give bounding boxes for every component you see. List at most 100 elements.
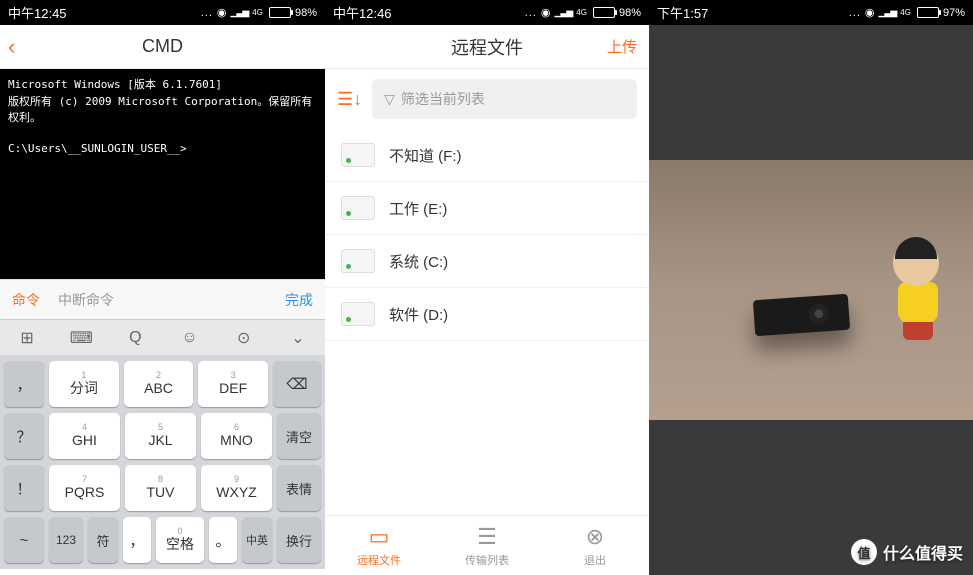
key-9[interactable]: 9WXYZ bbox=[201, 465, 272, 511]
drive-icon bbox=[341, 302, 375, 326]
battery-indicator bbox=[915, 7, 939, 18]
status-bar: 中午12:46 ... ◉ ▁▃▅ 4G 98% bbox=[325, 0, 649, 25]
key-space[interactable]: 0空格 bbox=[156, 517, 204, 563]
drive-item[interactable]: 软件 (D:) bbox=[325, 288, 649, 341]
watermark-badge: 值 bbox=[851, 539, 877, 565]
battery-indicator bbox=[591, 7, 615, 18]
nav-transfer-list[interactable]: ☰ 传输列表 bbox=[433, 516, 541, 575]
wifi-icon: ◉ bbox=[865, 6, 875, 19]
drive-label: 软件 (D:) bbox=[389, 304, 448, 325]
key-123[interactable]: 123 bbox=[49, 517, 83, 563]
key-2[interactable]: 2ABC bbox=[124, 361, 194, 407]
key-comma2[interactable]: ， bbox=[123, 517, 151, 563]
drive-list: 不知道 (F:) 工作 (E:) 系统 (C:) 软件 (D:) bbox=[325, 129, 649, 341]
cmd-tab[interactable]: 命令 bbox=[12, 290, 40, 310]
status-bar: 下午1:57 ... ◉ ▁▃▅ 4G 97% bbox=[649, 0, 973, 25]
back-button[interactable]: ‹ bbox=[8, 34, 15, 60]
grid-icon[interactable]: ⊞ bbox=[7, 328, 47, 348]
drive-item[interactable]: 工作 (E:) bbox=[325, 182, 649, 235]
search-placeholder: 筛选当前列表 bbox=[401, 89, 485, 109]
network-label: 4G bbox=[252, 8, 263, 17]
key-emoji[interactable]: 表情 bbox=[277, 465, 321, 511]
cmd-panel: 中午12:45 ... ◉ ▁▃▅ 4G 98% ‹ CMD Microsoft… bbox=[0, 0, 325, 575]
files-panel: 中午12:46 ... ◉ ▁▃▅ 4G 98% 远程文件 上传 ☰↓ ▽ 筛选… bbox=[325, 0, 649, 575]
key-5[interactable]: 5JKL bbox=[125, 413, 196, 459]
network-label: 4G bbox=[900, 8, 911, 17]
status-right: ... ◉ ▁▃▅ 4G 98% bbox=[201, 6, 317, 19]
list-icon: ☰ bbox=[477, 524, 497, 550]
key-backspace[interactable]: ⌫ bbox=[273, 361, 321, 407]
command-bar: 命令 中断命令 完成 bbox=[0, 279, 325, 319]
chevron-down-icon[interactable]: ⌄ bbox=[278, 328, 318, 348]
drive-item[interactable]: 系统 (C:) bbox=[325, 235, 649, 288]
device-object bbox=[752, 294, 849, 337]
bottom-nav: ▭ 远程文件 ☰ 传输列表 ⊗ 退出 bbox=[325, 515, 649, 575]
search-input[interactable]: ▽ 筛选当前列表 bbox=[372, 79, 637, 119]
mic-icon[interactable]: ⊙ bbox=[224, 328, 264, 348]
page-title: 远程文件 bbox=[451, 34, 523, 60]
search-icon[interactable]: Q bbox=[115, 329, 155, 347]
terminal-prompt[interactable]: C:\Users\__SUNLOGIN_USER__> bbox=[8, 141, 317, 158]
key-6[interactable]: 6MNO bbox=[201, 413, 272, 459]
terminal-line: Microsoft Windows [版本 6.1.7601] bbox=[8, 77, 317, 94]
camera-view[interactable]: 值 什么值得买 bbox=[649, 25, 973, 575]
sort-icon[interactable]: ☰↓ bbox=[337, 89, 362, 110]
keyboard-icon[interactable]: ⌨ bbox=[61, 328, 101, 348]
drive-label: 系统 (C:) bbox=[389, 251, 448, 272]
key-4[interactable]: 4GHI bbox=[49, 413, 120, 459]
terminal-line: 版权所有 (c) 2009 Microsoft Corporation。保留所有… bbox=[8, 94, 317, 127]
key-symbol[interactable]: 符 bbox=[88, 517, 118, 563]
emoji-icon[interactable]: ☺ bbox=[170, 329, 210, 347]
key-comma[interactable]: ， bbox=[4, 361, 44, 407]
key-8[interactable]: 8TUV bbox=[125, 465, 196, 511]
terminal-output: Microsoft Windows [版本 6.1.7601] 版权所有 (c)… bbox=[0, 69, 325, 279]
status-time: 下午1:57 bbox=[657, 3, 708, 22]
key-7[interactable]: 7PQRS bbox=[49, 465, 120, 511]
camera-image bbox=[649, 160, 973, 420]
done-button[interactable]: 完成 bbox=[285, 290, 313, 310]
key-exclaim[interactable]: ！ bbox=[4, 465, 44, 511]
filter-icon: ▽ bbox=[384, 91, 395, 108]
status-time: 中午12:46 bbox=[333, 3, 392, 22]
nav-remote-files[interactable]: ▭ 远程文件 bbox=[325, 516, 433, 575]
drive-label: 不知道 (F:) bbox=[389, 145, 462, 166]
key-3[interactable]: 3DEF bbox=[198, 361, 268, 407]
battery-percent: 97% bbox=[943, 7, 965, 19]
status-right: ... ◉ ▁▃▅ 4G 98% bbox=[525, 6, 641, 19]
drive-icon bbox=[341, 196, 375, 220]
status-right: ... ◉ ▁▃▅ 4G 97% bbox=[849, 6, 965, 19]
search-row: ☰↓ ▽ 筛选当前列表 bbox=[325, 69, 649, 129]
figurine-object bbox=[893, 240, 943, 340]
status-bar: 中午12:45 ... ◉ ▁▃▅ 4G 98% bbox=[0, 0, 325, 25]
key-question[interactable]: ？ bbox=[4, 413, 44, 459]
camera-panel: 下午1:57 ... ◉ ▁▃▅ 4G 97% bbox=[649, 0, 973, 575]
key-tilde[interactable]: ~ bbox=[4, 517, 44, 563]
interrupt-tab[interactable]: 中断命令 bbox=[58, 290, 114, 310]
battery-percent: 98% bbox=[295, 7, 317, 19]
close-icon: ⊗ bbox=[586, 524, 604, 550]
upload-button[interactable]: 上传 bbox=[607, 36, 637, 57]
wifi-icon: ◉ bbox=[217, 6, 227, 19]
key-enter[interactable]: 换行 bbox=[277, 517, 321, 563]
wifi-icon: ◉ bbox=[541, 6, 551, 19]
drive-icon bbox=[341, 143, 375, 167]
title-bar: 远程文件 上传 bbox=[325, 25, 649, 69]
key-clear[interactable]: 清空 bbox=[277, 413, 321, 459]
folder-icon: ▭ bbox=[369, 524, 390, 550]
key-1[interactable]: 1分词 bbox=[49, 361, 119, 407]
dots-icon: ... bbox=[525, 7, 537, 19]
battery-indicator bbox=[267, 7, 291, 18]
signal-icon: ▁▃▅ bbox=[231, 7, 249, 18]
watermark-text: 什么值得买 bbox=[883, 540, 963, 564]
key-period[interactable]: 。 bbox=[209, 517, 237, 563]
battery-percent: 98% bbox=[619, 7, 641, 19]
status-time: 中午12:45 bbox=[8, 3, 67, 22]
watermark: 值 什么值得买 bbox=[851, 539, 963, 565]
nav-exit[interactable]: ⊗ 退出 bbox=[541, 516, 649, 575]
key-lang[interactable]: 中英 bbox=[242, 517, 272, 563]
signal-icon: ▁▃▅ bbox=[555, 7, 573, 18]
keyboard: ， 1分词 2ABC 3DEF ⌫ ？ 4GHI 5JKL 6MNO 清空 ！ … bbox=[0, 355, 325, 569]
dots-icon: ... bbox=[849, 7, 861, 19]
drive-label: 工作 (E:) bbox=[389, 198, 447, 219]
drive-item[interactable]: 不知道 (F:) bbox=[325, 129, 649, 182]
